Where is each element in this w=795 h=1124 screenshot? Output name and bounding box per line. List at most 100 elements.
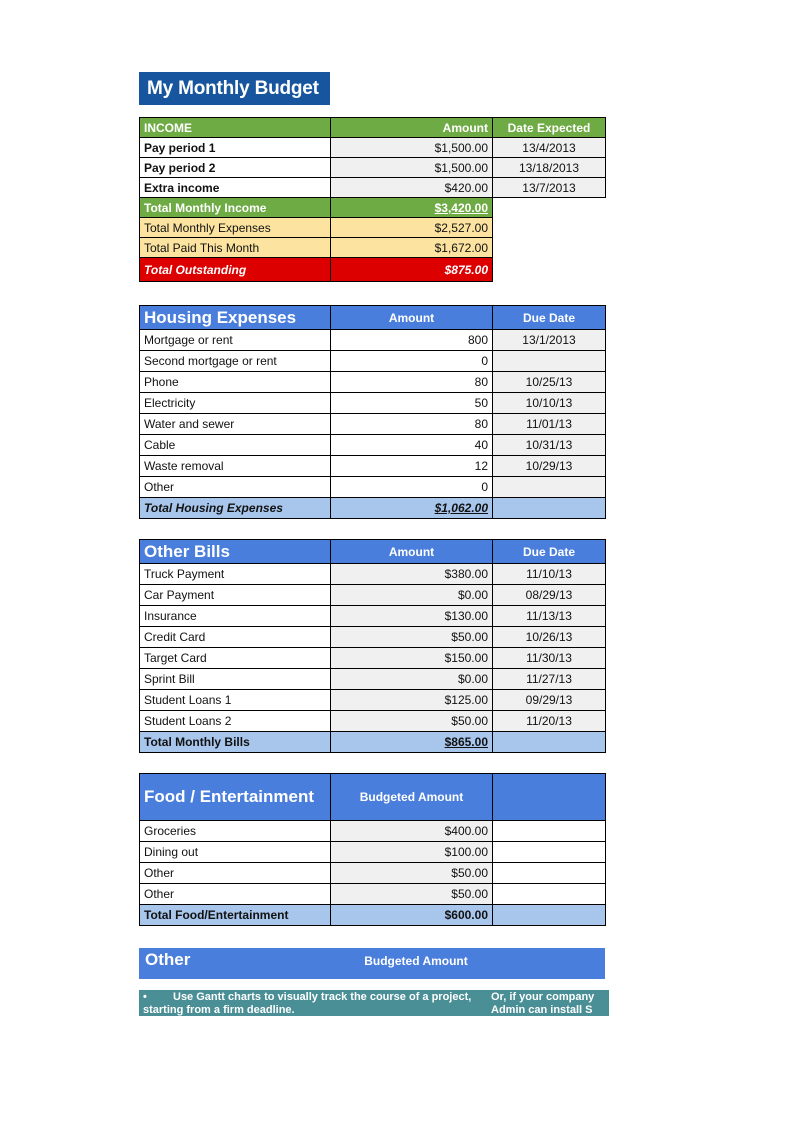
table-row[interactable]: Other $50.00	[139, 862, 606, 884]
bill-row-date: 10/26/13	[492, 626, 606, 648]
bill-row-label: Student Loans 1	[139, 689, 331, 711]
bill-row-date: 09/29/13	[492, 689, 606, 711]
bill-row-date: 08/29/13	[492, 584, 606, 606]
food-row-label: Other	[139, 862, 331, 884]
housing-row-label: Cable	[139, 434, 331, 456]
housing-row-label: Phone	[139, 371, 331, 393]
table-row[interactable]: Dining out $100.00	[139, 841, 606, 863]
table-row[interactable]: Electricity 50 10/10/13	[139, 392, 606, 414]
other-bills-header-row: Other Bills Amount Due Date	[139, 539, 606, 564]
income-header-amount: Amount	[330, 117, 493, 138]
total-monthly-expenses-label: Total Monthly Expenses	[139, 217, 331, 238]
spacer-cell	[493, 258, 606, 282]
total-monthly-income-label: Total Monthly Income	[139, 197, 331, 218]
bill-row-date: 11/10/13	[492, 563, 606, 585]
table-row[interactable]: Extra income $420.00 13/7/2013	[139, 177, 606, 198]
bill-row-label: Credit Card	[139, 626, 331, 648]
food-row-date	[492, 883, 606, 905]
table-row[interactable]: Car Payment $0.00 08/29/13	[139, 584, 606, 606]
page-title: My Monthly Budget	[139, 72, 330, 105]
food-row-amount: $50.00	[330, 862, 493, 884]
bill-row-amount: $380.00	[330, 563, 493, 585]
housing-row-amount: 50	[330, 392, 493, 414]
income-row-label: Pay period 2	[139, 157, 331, 178]
food-total-label: Total Food/Entertainment	[139, 904, 331, 926]
table-row[interactable]: Target Card $150.00 11/30/13	[139, 647, 606, 669]
table-row[interactable]: Mortgage or rent 800 13/1/2013	[139, 329, 606, 351]
housing-row-label: Water and sewer	[139, 413, 331, 435]
income-row-date: 13/7/2013	[492, 177, 606, 198]
table-row[interactable]: Insurance $130.00 11/13/13	[139, 605, 606, 627]
spacer-cell	[493, 198, 606, 218]
bill-row-label: Sprint Bill	[139, 668, 331, 690]
housing-row-date: 10/25/13	[492, 371, 606, 393]
housing-row-amount: 0	[330, 476, 493, 498]
housing-header-date: Due Date	[492, 305, 606, 330]
table-row[interactable]: Phone 80 10/25/13	[139, 371, 606, 393]
housing-header-row: Housing Expenses Amount Due Date	[139, 305, 606, 330]
housing-total-amount-cell: $1,062.00	[330, 497, 493, 519]
housing-row-label: Other	[139, 476, 331, 498]
food-header-amount: Budgeted Amount	[330, 773, 493, 821]
total-paid-this-month-row: Total Paid This Month $1,672.00	[139, 237, 606, 258]
housing-row-amount: 80	[330, 413, 493, 435]
budget-spreadsheet: My Monthly Budget INCOME Amount Date Exp…	[0, 0, 795, 1124]
table-row[interactable]: Pay period 2 $1,500.00 13/18/2013	[139, 157, 606, 178]
table-row[interactable]: Water and sewer 80 11/01/13	[139, 413, 606, 435]
other-bills-header-amount: Amount	[330, 539, 493, 564]
table-row[interactable]: Sprint Bill $0.00 11/27/13	[139, 668, 606, 690]
other-section-header: Other Budgeted Amount	[139, 948, 605, 974]
housing-row-amount: 800	[330, 329, 493, 351]
table-row[interactable]: Pay period 1 $1,500.00 13/4/2013	[139, 137, 606, 158]
bill-row-amount: $130.00	[330, 605, 493, 627]
bill-row-amount: $150.00	[330, 647, 493, 669]
table-row[interactable]: Student Loans 2 $50.00 11/20/13	[139, 710, 606, 732]
table-row[interactable]: Other 0	[139, 476, 606, 498]
housing-row-date: 11/01/13	[492, 413, 606, 435]
income-table: INCOME Amount Date Expected Pay period 1…	[139, 117, 606, 282]
income-row-amount: $420.00	[330, 177, 493, 198]
table-row[interactable]: Student Loans 1 $125.00 09/29/13	[139, 689, 606, 711]
total-outstanding-row: Total Outstanding $875.00	[139, 257, 606, 282]
bill-row-date: 11/13/13	[492, 605, 606, 627]
income-header-category: INCOME	[139, 117, 331, 138]
total-paid-label: Total Paid This Month	[139, 237, 331, 258]
housing-row-amount: 0	[330, 350, 493, 372]
housing-row-date: 13/1/2013	[492, 329, 606, 351]
total-outstanding-label: Total Outstanding	[139, 257, 331, 282]
bill-row-label: Target Card	[139, 647, 331, 669]
bill-row-amount: $50.00	[330, 626, 493, 648]
housing-total-amount: $1,062.00	[434, 501, 488, 515]
income-row-label: Pay period 1	[139, 137, 331, 158]
food-total-row: Total Food/Entertainment $600.00	[139, 904, 606, 926]
other-bills-header-category: Other Bills	[139, 539, 331, 564]
food-header-category: Food / Entertainment	[139, 773, 331, 821]
other-bills-total-amount-cell: $865.00	[330, 731, 493, 753]
table-row[interactable]: Credit Card $50.00 10/26/13	[139, 626, 606, 648]
bill-row-date: 11/20/13	[492, 710, 606, 732]
income-row-date: 13/4/2013	[492, 137, 606, 158]
other-bills-header-date: Due Date	[492, 539, 606, 564]
income-row-label: Extra income	[139, 177, 331, 198]
housing-total-label: Total Housing Expenses	[139, 497, 331, 519]
total-paid-amount: $1,672.00	[330, 237, 493, 258]
food-total-amount: $600.00	[330, 904, 493, 926]
bill-row-label: Student Loans 2	[139, 710, 331, 732]
table-row[interactable]: Groceries $400.00	[139, 820, 606, 842]
table-row[interactable]: Cable 40 10/31/13	[139, 434, 606, 456]
other-bills-total-amount: $865.00	[444, 735, 488, 749]
food-header-date	[492, 773, 606, 821]
food-entertainment-table: Food / Entertainment Budgeted Amount Gro…	[139, 773, 606, 926]
housing-row-label: Mortgage or rent	[139, 329, 331, 351]
housing-row-label: Electricity	[139, 392, 331, 414]
housing-row-date: 10/31/13	[492, 434, 606, 456]
table-row[interactable]: Truck Payment $380.00 11/10/13	[139, 563, 606, 585]
table-row[interactable]: Waste removal 12 10/29/13	[139, 455, 606, 477]
other-bills-total-label: Total Monthly Bills	[139, 731, 331, 753]
income-header-row: INCOME Amount Date Expected	[139, 117, 606, 138]
table-row[interactable]: Other $50.00	[139, 883, 606, 905]
food-row-amount: $400.00	[330, 820, 493, 842]
income-row-date: 13/18/2013	[492, 157, 606, 178]
bill-row-label: Insurance	[139, 605, 331, 627]
table-row[interactable]: Second mortgage or rent 0	[139, 350, 606, 372]
